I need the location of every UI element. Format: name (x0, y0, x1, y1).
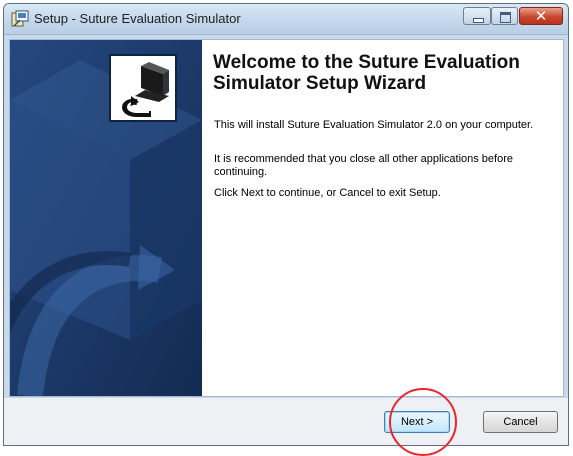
computer-install-icon (109, 54, 177, 122)
close-icon: ✕ (534, 7, 548, 25)
title-bar[interactable]: Setup - Suture Evaluation Simulator ✕ (4, 4, 568, 35)
minimize-icon (473, 18, 484, 23)
window-title: Setup - Suture Evaluation Simulator (34, 11, 241, 26)
close-button[interactable]: ✕ (519, 7, 563, 25)
wizard-page: Welcome to the Suture Evaluation Simulat… (9, 39, 564, 397)
maximize-button[interactable] (491, 7, 518, 25)
installer-app-icon (11, 10, 29, 27)
next-button[interactable]: Next > (384, 411, 450, 433)
install-description: This will install Suture Evaluation Simu… (214, 119, 534, 131)
setup-window: Setup - Suture Evaluation Simulator ✕ We… (3, 3, 569, 446)
continue-instruction: Click Next to continue, or Cancel to exi… (214, 187, 441, 199)
maximize-icon (500, 12, 511, 23)
minimize-button[interactable] (463, 7, 491, 25)
wizard-side-image (10, 40, 202, 396)
welcome-heading: Welcome to the Suture Evaluation Simulat… (213, 52, 520, 94)
close-apps-recommendation: It is recommended that you close all oth… (214, 153, 513, 178)
cancel-button[interactable]: Cancel (483, 411, 558, 433)
button-bar: Next > Cancel (4, 398, 568, 445)
